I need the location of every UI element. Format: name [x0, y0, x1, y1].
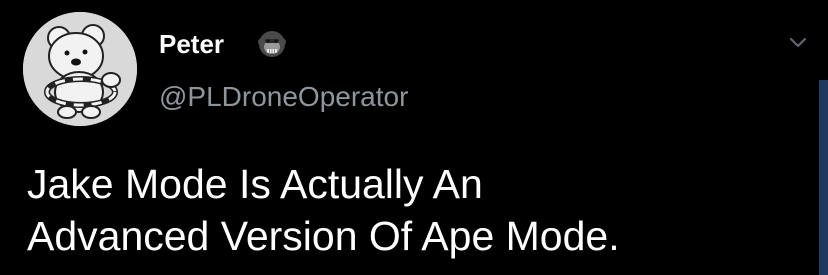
scrollbar[interactable]: [819, 80, 828, 275]
author-handle[interactable]: @PLDroneOperator: [159, 80, 408, 114]
tweet-text-line: Jake Mode Is Actually An: [27, 161, 483, 207]
avatar[interactable]: [23, 12, 137, 126]
teddy-bear-avatar-icon: [23, 12, 137, 126]
tweet-menu-button[interactable]: [784, 28, 812, 56]
tweet-card[interactable]: Peter @PLDroneOperator Jake Mode Is Actu…: [0, 0, 828, 275]
tweet-text: Jake Mode Is Actually An Advanced Versio…: [27, 158, 807, 262]
gorilla-emoji-icon: [256, 28, 288, 60]
author-display-name[interactable]: Peter: [159, 28, 224, 60]
chevron-down-icon: [789, 37, 807, 48]
tweet-text-line: Advanced Version Of Ape Mode.: [27, 213, 620, 259]
